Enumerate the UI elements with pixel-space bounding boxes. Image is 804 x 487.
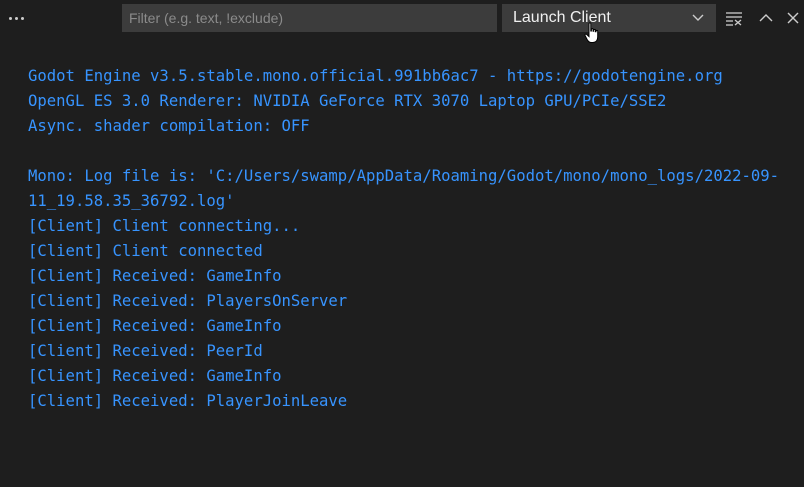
filter-input[interactable]	[122, 4, 497, 32]
output-line: Mono: Log file is: 'C:/Users/swamp/AppDa…	[28, 167, 780, 185]
output-line: Async. shader compilation: OFF	[28, 117, 310, 135]
maximize-panel-button[interactable]	[754, 6, 778, 30]
ellipsis-icon[interactable]	[4, 6, 28, 30]
clear-all-icon	[726, 12, 742, 26]
output-toolbar: Launch Client	[0, 0, 804, 36]
output-log: Godot Engine v3.5.stable.mono.official.9…	[28, 64, 804, 414]
output-line: [Client] Received: PeerId	[28, 342, 263, 360]
clear-output-button[interactable]	[722, 6, 746, 30]
chevron-down-icon	[692, 14, 704, 21]
output-line: [Client] Received: GameInfo	[28, 367, 282, 385]
output-line: [Client] Received: GameInfo	[28, 267, 282, 285]
close-panel-button[interactable]	[781, 6, 804, 30]
close-icon	[787, 12, 799, 24]
hand-cursor-icon	[584, 22, 599, 43]
output-line: 11_19.58.35_36792.log'	[28, 192, 235, 210]
output-channel-select[interactable]: Launch Client	[502, 4, 716, 32]
output-line: OpenGL ES 3.0 Renderer: NVIDIA GeForce R…	[28, 92, 667, 110]
output-line: [Client] Received: GameInfo	[28, 317, 282, 335]
output-line: Godot Engine v3.5.stable.mono.official.9…	[28, 67, 723, 85]
output-line: [Client] Received: PlayersOnServer	[28, 292, 348, 310]
output-line: [Client] Client connected	[28, 242, 263, 260]
chevron-up-icon	[759, 14, 773, 22]
output-line: [Client] Client connecting...	[28, 217, 301, 235]
output-line: [Client] Received: PlayerJoinLeave	[28, 392, 348, 410]
